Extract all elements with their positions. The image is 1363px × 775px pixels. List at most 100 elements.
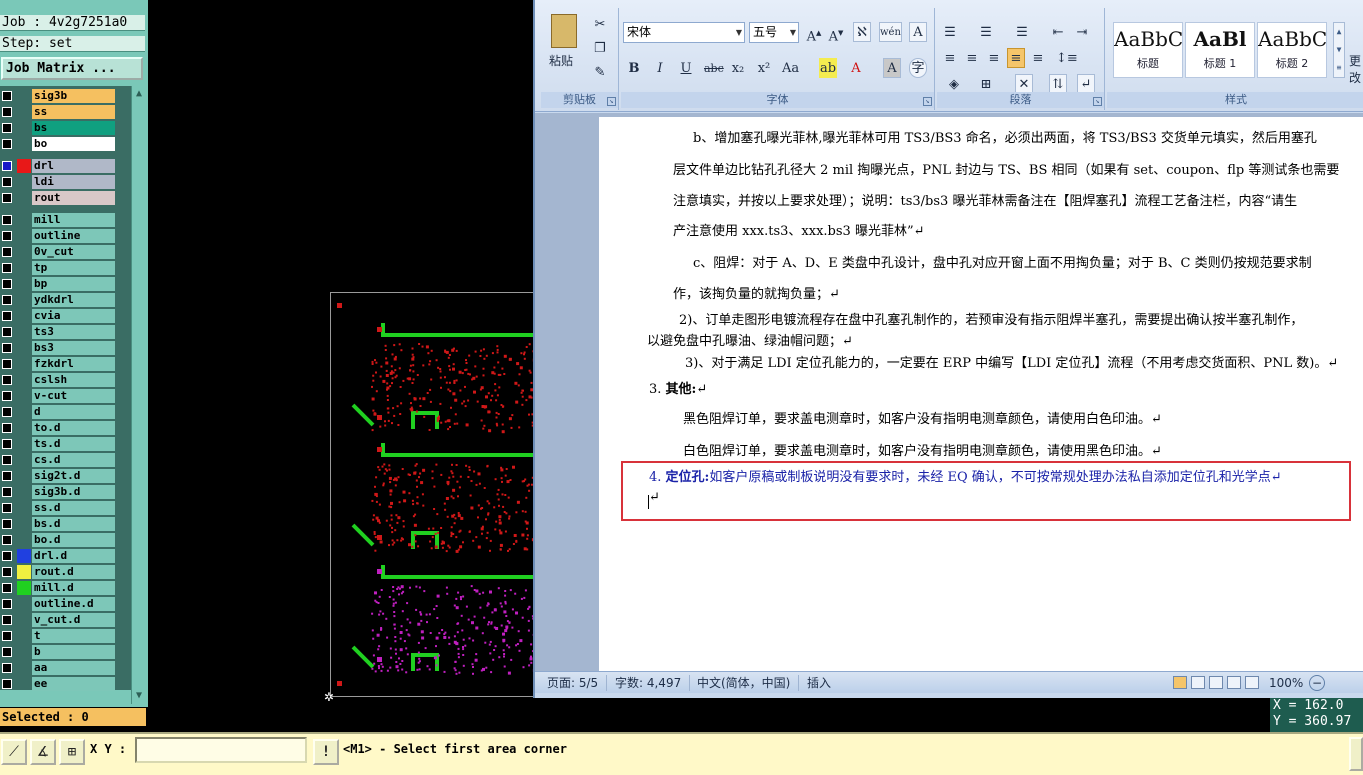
layer-row[interactable]: v_cut.d bbox=[0, 612, 131, 628]
layer-row[interactable]: b bbox=[0, 644, 131, 660]
layer-name[interactable]: drl bbox=[32, 159, 115, 173]
bar-edge-button[interactable] bbox=[1349, 737, 1363, 771]
layer-row[interactable]: v-cut bbox=[0, 388, 131, 404]
layer-row[interactable]: outline bbox=[0, 228, 131, 244]
zoom-level[interactable]: 100% bbox=[1269, 675, 1303, 691]
layer-checkbox[interactable] bbox=[2, 567, 12, 577]
layer-checkbox[interactable] bbox=[2, 519, 12, 529]
layer-row[interactable]: mill.d bbox=[0, 580, 131, 596]
layer-row[interactable]: ydkdrl bbox=[0, 292, 131, 308]
phonetic-guide-icon[interactable]: wén bbox=[879, 22, 902, 42]
layer-row[interactable]: rout bbox=[0, 190, 131, 206]
layer-name[interactable]: bo bbox=[32, 137, 115, 151]
layer-checkbox[interactable] bbox=[2, 161, 12, 171]
scroll-up-icon[interactable]: ▲ bbox=[133, 88, 145, 100]
layer-row[interactable]: mill bbox=[0, 212, 131, 228]
layer-name[interactable]: sig3b.d bbox=[32, 485, 115, 499]
layer-checkbox[interactable] bbox=[2, 215, 12, 225]
layer-color-swatch[interactable] bbox=[17, 565, 31, 579]
clear-format-icon[interactable]: ℵ bbox=[853, 22, 871, 42]
copy-icon[interactable]: ❐ bbox=[591, 38, 609, 58]
layer-checkbox[interactable] bbox=[2, 487, 12, 497]
layer-row[interactable]: ss bbox=[0, 104, 131, 120]
layer-name[interactable]: d bbox=[32, 405, 115, 419]
zoom-out-icon[interactable]: − bbox=[1309, 675, 1325, 691]
shading-icon[interactable]: ◈ bbox=[945, 74, 963, 94]
borders-icon[interactable]: ⊞ bbox=[977, 74, 995, 94]
char-border-icon[interactable]: A bbox=[909, 22, 927, 42]
layer-checkbox[interactable] bbox=[2, 439, 12, 449]
layer-checkbox[interactable] bbox=[2, 263, 12, 273]
style-tile[interactable]: AaBl 标题 1 bbox=[1185, 22, 1255, 78]
layer-name[interactable]: bs bbox=[32, 121, 115, 135]
show-marks-icon[interactable]: ↵ bbox=[1077, 74, 1095, 94]
language-indicator[interactable]: 中文(简体，中国) bbox=[697, 675, 800, 691]
layer-row[interactable]: bo bbox=[0, 136, 131, 152]
layer-checkbox[interactable] bbox=[2, 583, 12, 593]
multilevel-list-icon[interactable]: ☰ bbox=[1013, 22, 1031, 42]
layer-checkbox[interactable] bbox=[2, 407, 12, 417]
layer-row[interactable]: bp bbox=[0, 276, 131, 292]
justify-icon[interactable]: ≡ bbox=[1007, 48, 1025, 68]
layer-row[interactable]: 0v_cut bbox=[0, 244, 131, 260]
paste-icon[interactable] bbox=[551, 14, 577, 48]
layer-name[interactable]: to.d bbox=[32, 421, 115, 435]
clipboard-launcher-icon[interactable]: ↘ bbox=[607, 97, 616, 106]
layer-checkbox[interactable] bbox=[2, 279, 12, 289]
layer-row[interactable]: to.d bbox=[0, 420, 131, 436]
layer-name[interactable]: sig3b bbox=[32, 89, 115, 103]
layer-checkbox[interactable] bbox=[2, 177, 12, 187]
layer-scrollbar[interactable]: ▲ ▼ bbox=[131, 86, 145, 704]
layer-row[interactable]: ts.d bbox=[0, 436, 131, 452]
layer-name[interactable]: outline bbox=[32, 229, 115, 243]
scroll-down-icon[interactable]: ▼ bbox=[133, 690, 145, 702]
layer-name[interactable]: cs.d bbox=[32, 453, 115, 467]
layer-name[interactable]: bo.d bbox=[32, 533, 115, 547]
paragraph-launcher-icon[interactable]: ↘ bbox=[1093, 97, 1102, 106]
layer-checkbox[interactable] bbox=[2, 311, 12, 321]
page-count[interactable]: 页面: 5/5 bbox=[547, 675, 608, 691]
layer-name[interactable]: drl.d bbox=[32, 549, 115, 563]
measure-tool-icon[interactable]: ∡ bbox=[30, 739, 56, 765]
layer-row[interactable]: sig2t.d bbox=[0, 468, 131, 484]
layer-checkbox[interactable] bbox=[2, 193, 12, 203]
layer-checkbox[interactable] bbox=[2, 679, 12, 689]
layer-checkbox[interactable] bbox=[2, 503, 12, 513]
layer-row[interactable]: cslsh bbox=[0, 372, 131, 388]
layer-name[interactable]: 0v_cut bbox=[32, 245, 115, 259]
layer-checkbox[interactable] bbox=[2, 423, 12, 433]
layer-row[interactable]: drl.d bbox=[0, 548, 131, 564]
font-color-icon[interactable]: A bbox=[847, 58, 865, 78]
layer-row[interactable]: bo.d bbox=[0, 532, 131, 548]
layer-checkbox[interactable] bbox=[2, 247, 12, 257]
style-tile[interactable]: AaBbC 标题 bbox=[1113, 22, 1183, 78]
layer-checkbox[interactable] bbox=[2, 123, 12, 133]
layer-row[interactable]: aa bbox=[0, 660, 131, 676]
layer-name[interactable]: sig2t.d bbox=[32, 469, 115, 483]
layer-color-swatch[interactable] bbox=[17, 549, 31, 563]
web-layout-icon[interactable] bbox=[1209, 676, 1223, 689]
layer-color-swatch[interactable] bbox=[17, 159, 31, 173]
shrink-font-icon[interactable]: A▼ bbox=[827, 22, 845, 44]
layer-name[interactable]: mill bbox=[32, 213, 115, 227]
layer-checkbox[interactable] bbox=[2, 535, 12, 545]
document-page[interactable]: b、增加塞孔曝光菲林,曝光菲林可用 TS3/BS3 命名，必须出两面，将 TS3… bbox=[599, 117, 1363, 671]
font-size-select[interactable]: 五号 ▼ bbox=[749, 22, 799, 43]
draft-view-icon[interactable] bbox=[1245, 676, 1259, 689]
layer-name[interactable]: bp bbox=[32, 277, 115, 291]
layer-name[interactable]: ldi bbox=[32, 175, 115, 189]
format-painter-icon[interactable]: ✎ bbox=[591, 62, 609, 82]
layer-name[interactable]: fzkdrl bbox=[32, 357, 115, 371]
layer-checkbox[interactable] bbox=[2, 231, 12, 241]
enclose-char-icon[interactable]: 字 bbox=[909, 58, 927, 78]
layer-checkbox[interactable] bbox=[2, 343, 12, 353]
bullets-icon[interactable]: ☰ bbox=[941, 22, 959, 42]
layer-row[interactable]: sig3b.d bbox=[0, 484, 131, 500]
layer-row[interactable]: bs bbox=[0, 120, 131, 136]
align-right-icon[interactable]: ≡ bbox=[985, 48, 1003, 68]
font-format-button[interactable]: x² bbox=[755, 58, 773, 78]
sort-icon[interactable]: ⇅ bbox=[1049, 74, 1067, 94]
layer-checkbox[interactable] bbox=[2, 139, 12, 149]
layer-row[interactable]: bs3 bbox=[0, 340, 131, 356]
char-shading-icon[interactable]: A bbox=[883, 58, 901, 78]
